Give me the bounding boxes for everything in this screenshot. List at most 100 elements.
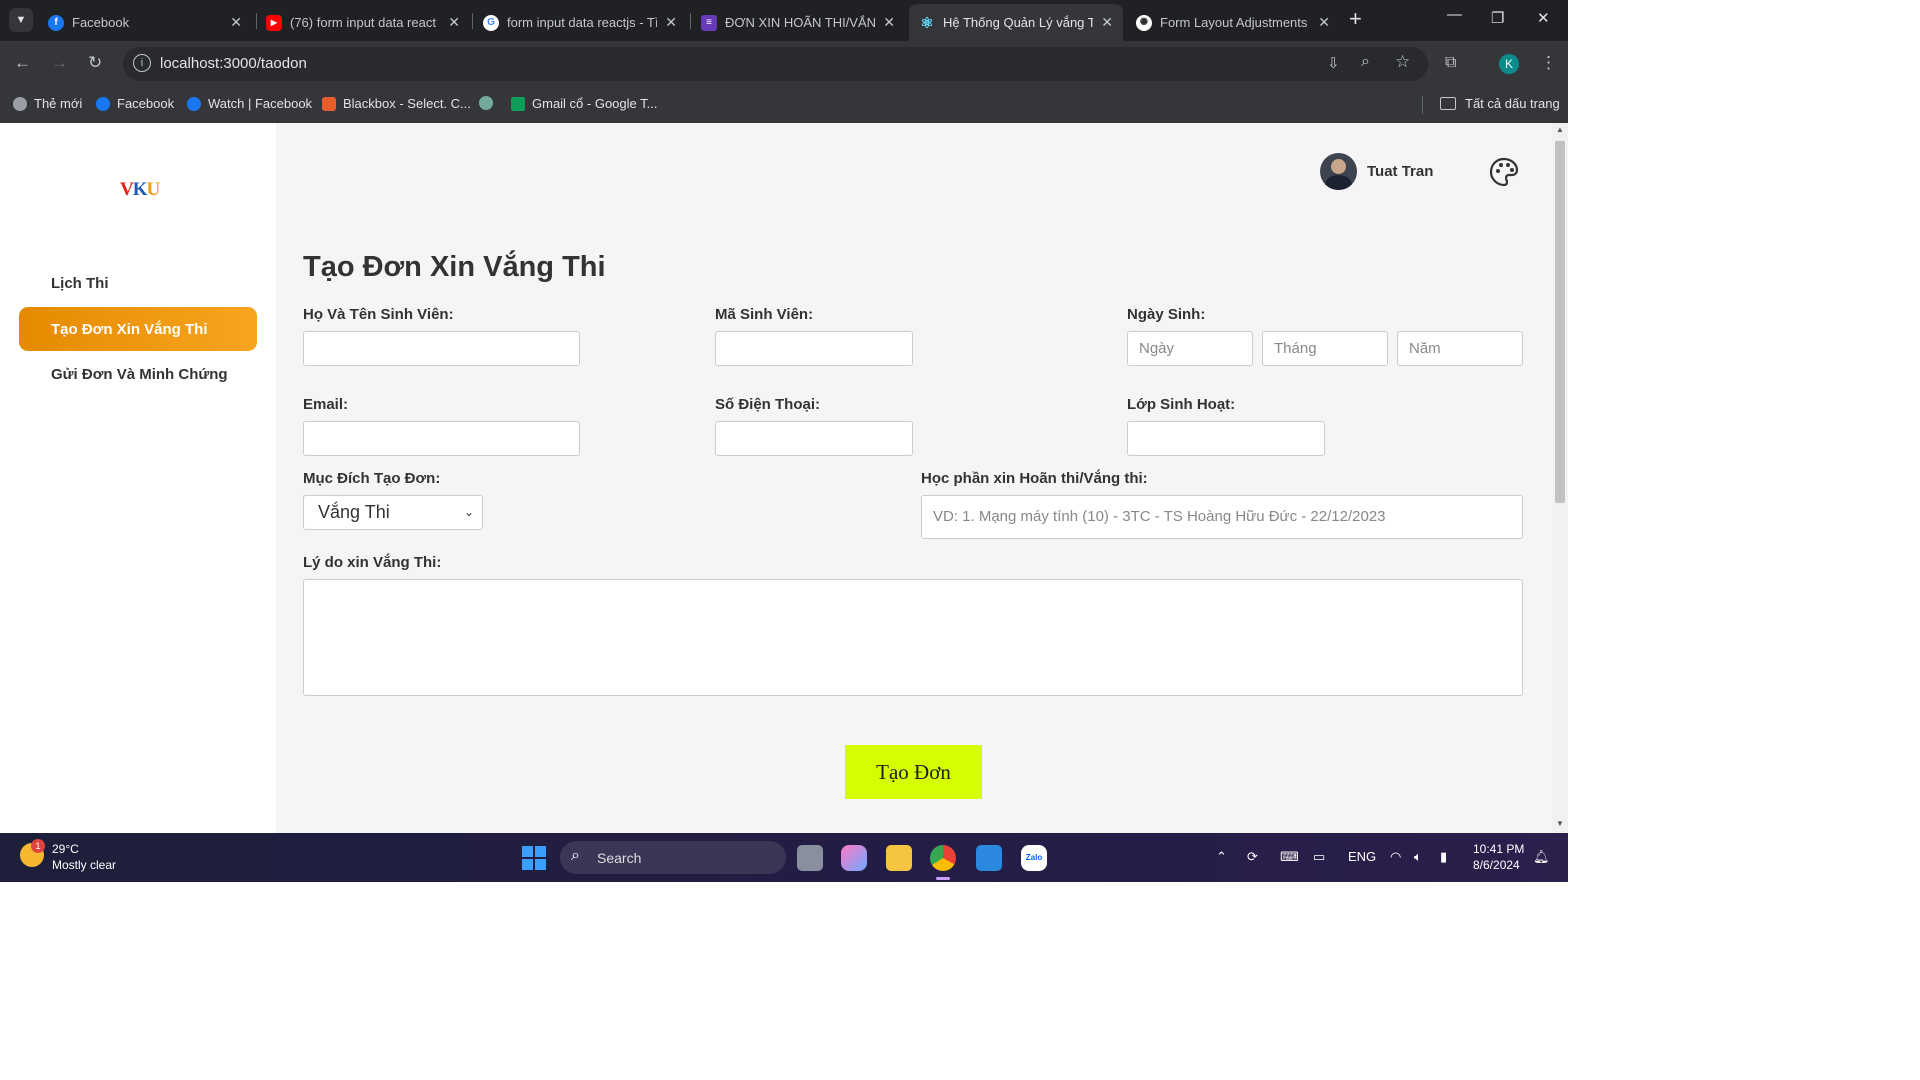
bookmark-label: Watch | Facebook: [208, 96, 313, 111]
browser-tab[interactable]: G form input data reactjs - Tì ✕: [473, 4, 687, 41]
sheets-icon: [511, 96, 525, 111]
notification-bell-icon[interactable]: 🔔︎: [1533, 849, 1550, 865]
google-icon: G: [483, 14, 499, 31]
class-input[interactable]: [1127, 421, 1325, 456]
chrome-icon[interactable]: [930, 845, 956, 871]
chatgpt-icon: [479, 96, 493, 110]
close-window-icon[interactable]: ✕: [1537, 9, 1550, 27]
address-bar[interactable]: i localhost:3000/taodon ⇩ ⌕ ☆: [123, 47, 1428, 81]
bookmark-item[interactable]: Gmail cổ - Google T...: [511, 96, 657, 111]
battery-icon[interactable]: ▮: [1440, 849, 1447, 865]
reload-icon[interactable]: ↻: [88, 53, 102, 73]
new-tab-button[interactable]: +: [1349, 6, 1362, 32]
windows-start-icon[interactable]: [522, 846, 546, 870]
email-input[interactable]: [303, 421, 580, 456]
sidebar-item-lich-thi[interactable]: Lịch Thi: [19, 261, 257, 305]
purpose-selected-value: Vắng Thi: [318, 502, 390, 522]
bookmark-star-icon[interactable]: ☆: [1395, 52, 1410, 72]
email-label: Email:: [303, 396, 349, 413]
browser-tab[interactable]: ✺ Form Layout Adjustments ✕: [1126, 4, 1340, 41]
bookmark-item[interactable]: [479, 96, 500, 110]
zalo-icon[interactable]: Zalo: [1021, 845, 1047, 871]
close-tab-icon[interactable]: ✕: [1101, 14, 1113, 31]
browser-tab[interactable]: ≡ ĐƠN XIN HOÃN THI/VẮNG ✕: [691, 4, 905, 41]
scroll-down-icon[interactable]: ▼: [1556, 819, 1564, 828]
back-icon[interactable]: ←: [14, 53, 31, 73]
phone-input[interactable]: [715, 421, 913, 456]
sidebar-item-tao-don[interactable]: Tạo Đơn Xin Vắng Thi: [19, 307, 257, 351]
restore-icon[interactable]: ❐: [1491, 9, 1504, 27]
bookmark-item[interactable]: Watch | Facebook: [187, 96, 312, 111]
user-name: Tuat Tran: [1367, 163, 1434, 180]
language-indicator[interactable]: ENG: [1348, 849, 1376, 864]
class-label: Lớp Sinh Hoạt:: [1127, 396, 1236, 413]
tray-chevron-up-icon[interactable]: ⌃: [1216, 849, 1227, 865]
search-label: Search: [597, 850, 642, 866]
close-tab-icon[interactable]: ✕: [665, 14, 677, 31]
bookmark-item[interactable]: Thẻ mới: [13, 96, 82, 111]
submit-button[interactable]: Tạo Đơn: [845, 745, 982, 799]
copilot-icon[interactable]: [841, 845, 867, 871]
tab-search-button[interactable]: ▼: [9, 8, 33, 32]
keyboard-icon[interactable]: ⌨: [1280, 849, 1299, 865]
scroll-up-icon[interactable]: ▲: [1556, 125, 1564, 134]
forward-icon[interactable]: →: [51, 53, 68, 73]
close-tab-icon[interactable]: ✕: [230, 14, 242, 31]
clock-date[interactable]: 8/6/2024: [1473, 858, 1520, 872]
display-icon[interactable]: ▭: [1313, 849, 1325, 865]
bookmarks-bar: Thẻ mới Facebook Watch | Facebook Blackb…: [0, 88, 1568, 124]
folder-icon: [1440, 97, 1456, 110]
extensions-icon[interactable]: ⧉: [1445, 54, 1456, 72]
wifi-icon[interactable]: ◠: [1390, 849, 1401, 865]
facebook-icon: [187, 96, 201, 111]
student-id-input[interactable]: [715, 331, 913, 366]
profile-avatar[interactable]: K: [1499, 54, 1519, 74]
browser-tab-active[interactable]: ⚛ Hệ Thống Quản Lý vắng Th ✕: [909, 4, 1123, 41]
app-sidebar: VKU Lịch Thi Tạo Đơn Xin Vắng Thi Gửi Đơ…: [0, 123, 276, 833]
palette-icon[interactable]: [1489, 157, 1519, 187]
main-content: Tuat Tran Tạo Đơn Xin Vắng Thi Họ Và Tên…: [276, 123, 1552, 833]
vku-logo[interactable]: VKU: [120, 179, 160, 201]
reason-textarea[interactable]: [303, 579, 1523, 696]
avatar: [1320, 153, 1357, 190]
clock-time[interactable]: 10:41 PM: [1473, 842, 1524, 856]
close-tab-icon[interactable]: ✕: [448, 14, 460, 31]
bookmark-label: Thẻ mới: [34, 96, 83, 111]
tab-title: ĐƠN XIN HOÃN THI/VẮNG: [725, 15, 875, 30]
file-explorer-icon[interactable]: [886, 845, 912, 871]
close-tab-icon[interactable]: ✕: [883, 14, 895, 31]
volume-icon[interactable]: 🔈︎: [1414, 849, 1422, 865]
dob-month-input[interactable]: Tháng: [1262, 331, 1388, 366]
bookmark-item[interactable]: Blackbox - Select. C...: [322, 96, 471, 111]
browser-tab[interactable]: ▶ (76) form input data react ✕: [256, 4, 470, 41]
minimize-icon[interactable]: —: [1447, 6, 1462, 23]
tab-title: (76) form input data react: [290, 15, 436, 30]
task-view-icon[interactable]: [797, 845, 823, 871]
weather-badge: 1: [31, 839, 45, 853]
sync-icon[interactable]: ⟳: [1247, 849, 1258, 865]
close-tab-icon[interactable]: ✕: [1318, 14, 1330, 31]
dob-year-input[interactable]: Năm: [1397, 331, 1523, 366]
dob-day-input[interactable]: Ngày: [1127, 331, 1253, 366]
site-info-icon[interactable]: i: [133, 54, 151, 72]
purpose-select[interactable]: Vắng Thi ⌄: [303, 495, 483, 530]
course-input[interactable]: VD: 1. Mạng máy tính (10) - 3TC - TS Hoà…: [921, 495, 1523, 539]
full-name-input[interactable]: [303, 331, 580, 366]
sidebar-item-label: Lịch Thi: [51, 274, 109, 292]
chatgpt-icon: ✺: [1136, 14, 1152, 31]
zoom-icon[interactable]: ⌕: [1361, 53, 1370, 71]
page-scrollbar[interactable]: ▲ ▼: [1552, 123, 1568, 833]
all-bookmarks-button[interactable]: Tất cả dấu trang: [1440, 96, 1560, 111]
windows-taskbar: 1 29°C Mostly clear ⌕ Search Zalo ⌃ ⟳ ⌨ …: [0, 833, 1568, 882]
bookmark-item[interactable]: Facebook: [96, 96, 174, 111]
vscode-icon[interactable]: [976, 845, 1002, 871]
tab-title: Hệ Thống Quản Lý vắng Th: [943, 15, 1093, 30]
scrollbar-thumb[interactable]: [1555, 141, 1565, 503]
sidebar-item-gui-don[interactable]: Gửi Đơn Và Minh Chứng: [19, 352, 257, 396]
facebook-icon: f: [48, 14, 64, 31]
taskbar-search-box[interactable]: ⌕ Search: [560, 841, 786, 874]
install-app-icon[interactable]: ⇩: [1327, 54, 1340, 72]
browser-tab[interactable]: f Facebook ✕: [38, 4, 252, 41]
menu-kebab-icon[interactable]: ⋮: [1540, 53, 1557, 73]
user-profile[interactable]: Tuat Tran: [1320, 153, 1433, 190]
